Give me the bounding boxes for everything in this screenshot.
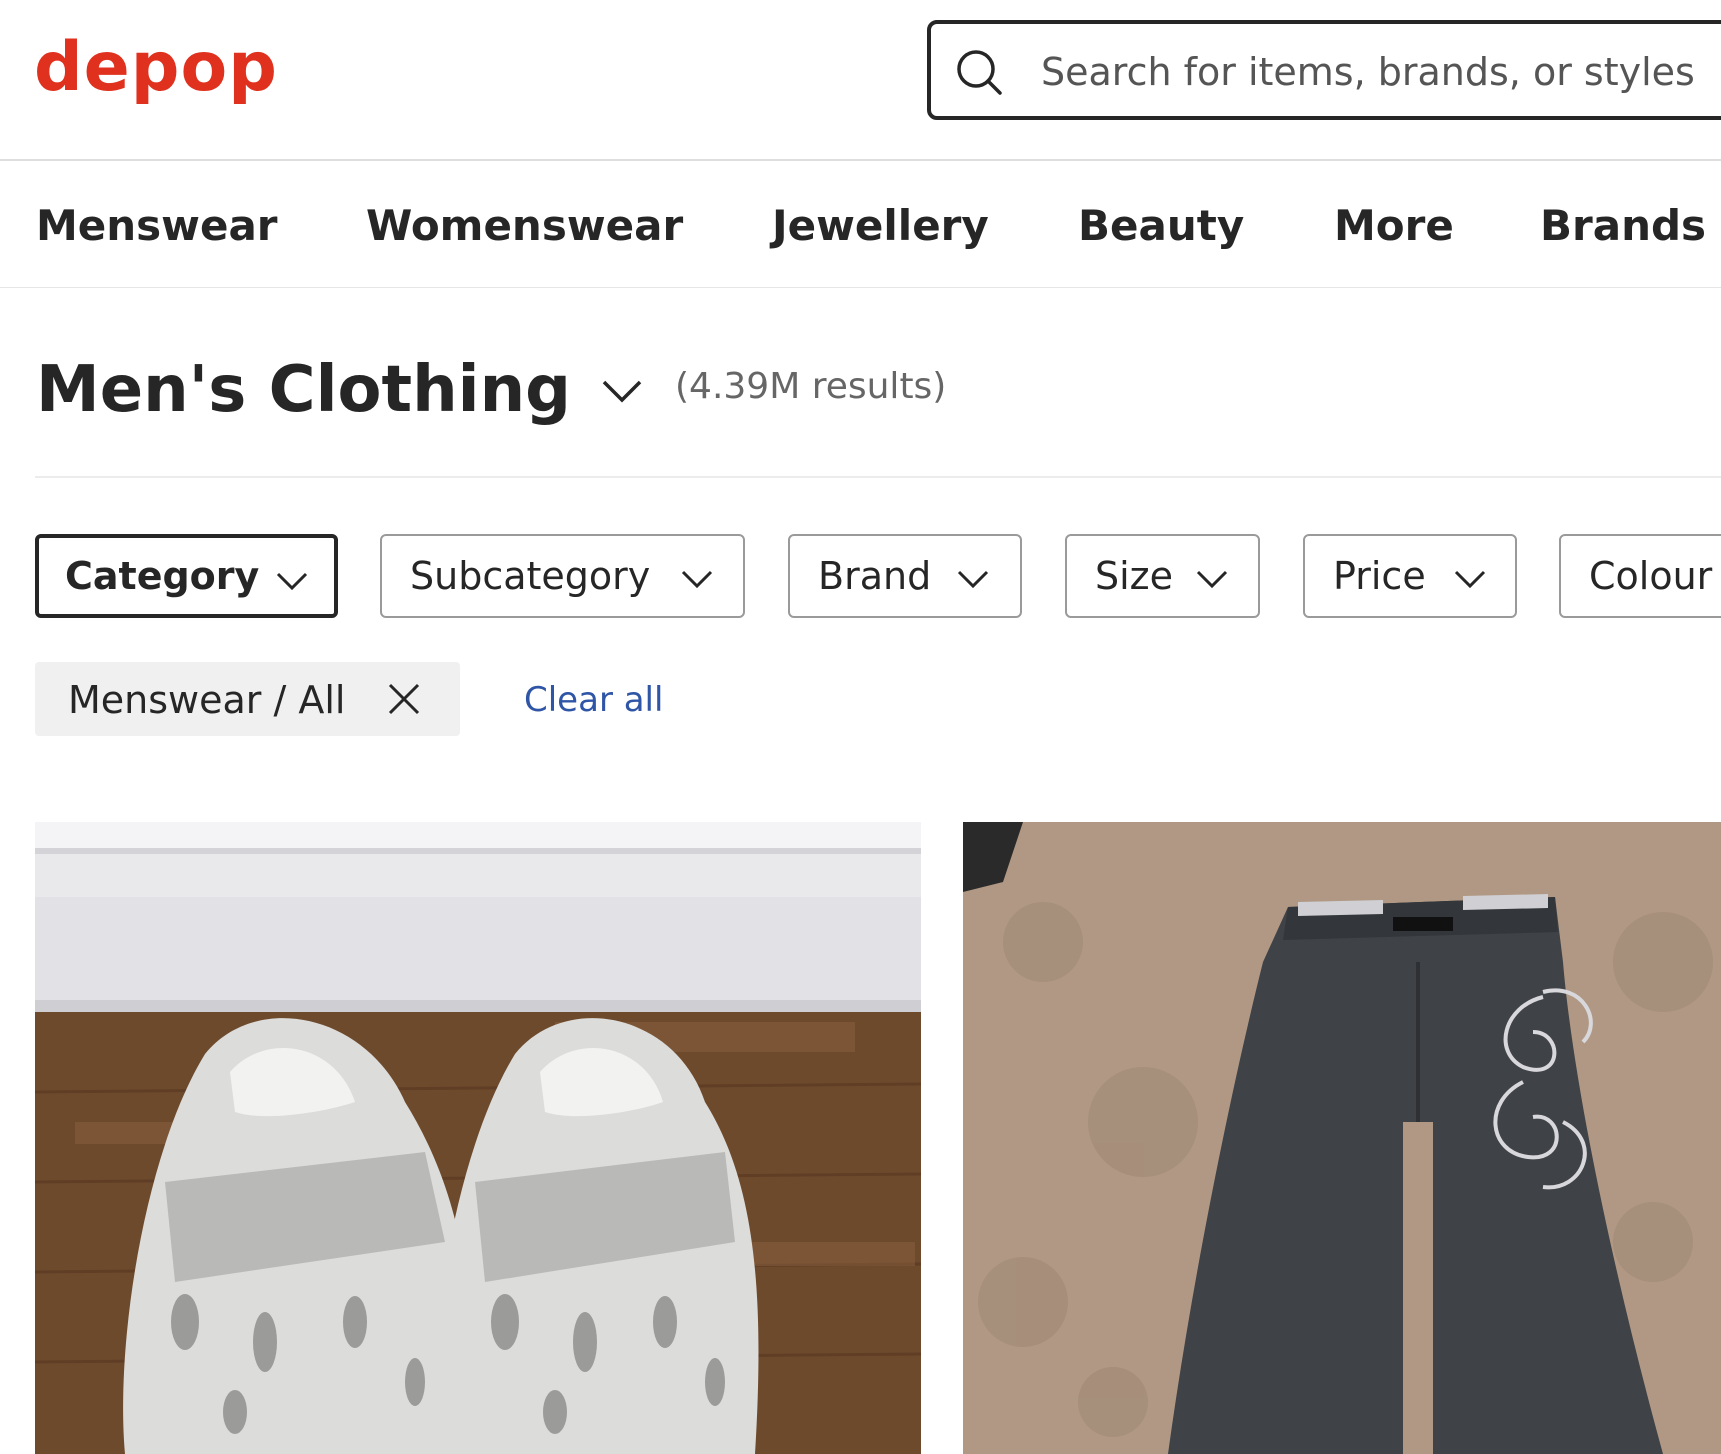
close-icon[interactable] <box>387 682 421 716</box>
clear-all-link[interactable]: Clear all <box>524 678 663 722</box>
product-card[interactable] <box>35 822 921 1454</box>
filter-label: Size <box>1095 554 1174 598</box>
category-nav: Menswear Womenswear Jewellery Beauty Mor… <box>0 161 1721 288</box>
filter-colour[interactable]: Colour <box>1559 534 1721 618</box>
page-title: Men's Clothing <box>36 353 571 427</box>
filter-label: Price <box>1333 554 1426 598</box>
chevron-down-icon <box>1454 570 1486 589</box>
search-bar[interactable]: Search for items, brands, or styles <box>927 20 1721 120</box>
nav-item-more[interactable]: More <box>1334 201 1454 251</box>
nav-item-jewellery[interactable]: Jewellery <box>772 201 989 251</box>
filter-label: Colour <box>1589 554 1713 598</box>
filter-size[interactable]: Size <box>1065 534 1260 618</box>
divider <box>35 476 1721 478</box>
depop-logo[interactable]: depop <box>34 28 278 108</box>
product-image <box>963 822 1721 1454</box>
filter-label: Subcategory <box>410 554 651 598</box>
nav-item-brands[interactable]: Brands <box>1540 201 1706 251</box>
search-icon <box>957 50 1002 95</box>
chevron-down-icon <box>1196 570 1228 589</box>
filter-label: Category <box>65 554 260 598</box>
product-card[interactable] <box>963 822 1721 1454</box>
chevron-down-icon[interactable] <box>600 368 644 412</box>
product-image <box>35 822 921 1454</box>
nav-item-womenswear[interactable]: Womenswear <box>366 201 683 251</box>
results-count: (4.39M results) <box>675 366 947 407</box>
filter-label: Brand <box>818 554 932 598</box>
filter-brand[interactable]: Brand <box>788 534 1022 618</box>
chevron-down-icon <box>957 570 989 589</box>
filter-category[interactable]: Category <box>35 534 338 618</box>
site-header: depop Search for items, brands, or style… <box>0 0 1721 161</box>
applied-filter-chip[interactable]: Menswear / All <box>35 662 460 736</box>
chip-label: Menswear / All <box>68 678 346 722</box>
chevron-down-icon <box>276 572 308 591</box>
filter-price[interactable]: Price <box>1303 534 1517 618</box>
nav-item-beauty[interactable]: Beauty <box>1078 201 1244 251</box>
nav-item-menswear[interactable]: Menswear <box>36 201 278 251</box>
search-input[interactable]: Search for items, brands, or styles <box>1041 48 1695 96</box>
chevron-down-icon <box>681 570 713 589</box>
filter-subcategory[interactable]: Subcategory <box>380 534 745 618</box>
